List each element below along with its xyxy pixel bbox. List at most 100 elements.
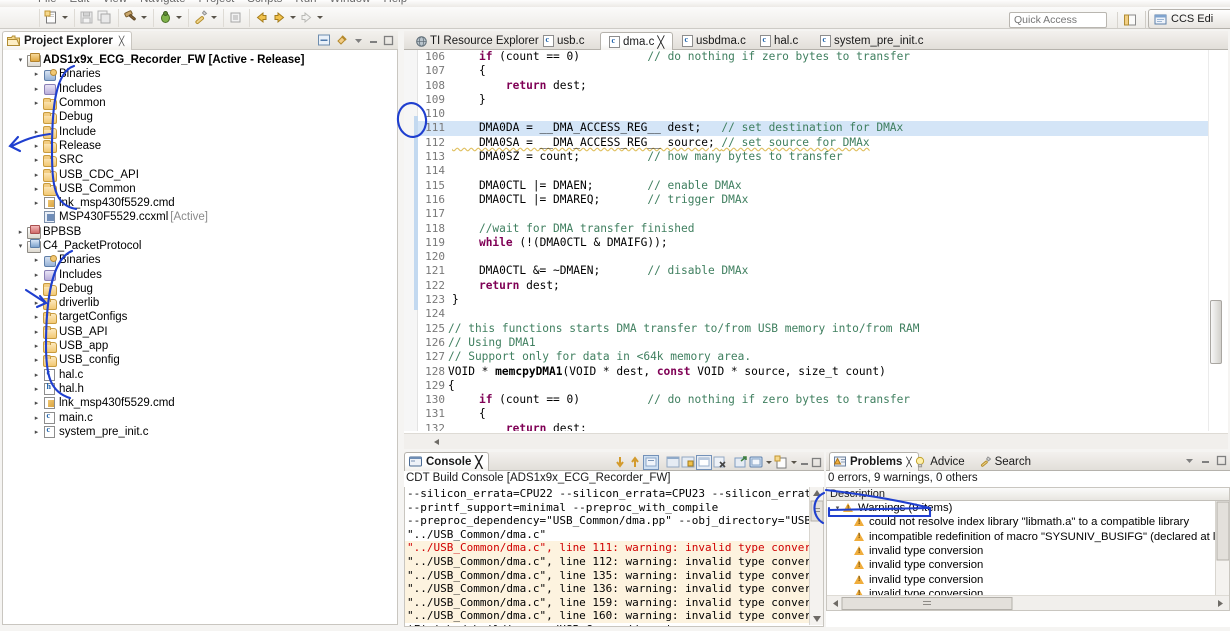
chevron-right-icon[interactable]: ▸ [31, 428, 42, 436]
problems-horizontal-scrollbar[interactable] [827, 595, 1229, 610]
tree-item[interactable]: ▸ Binaries [3, 253, 397, 267]
new-dropdown-icon[interactable] [60, 9, 69, 27]
tree-item[interactable]: ▸ USB_app [3, 339, 397, 354]
code-line[interactable]: 122 return dest; [418, 279, 1213, 293]
problems-row[interactable]: invalid type conversion [827, 572, 1229, 586]
code-line[interactable]: 126// Using DMA1 [418, 336, 1213, 350]
code-line[interactable]: 111 DMA0DA = __DMA_ACCESS_REG__ dest; //… [418, 121, 1213, 136]
back-arrow-icon[interactable] [252, 9, 270, 27]
tree-item[interactable]: ▸ targetConfigs [3, 310, 397, 325]
forward-dropdown-icon[interactable] [288, 9, 297, 27]
editor-vertical-scrollbar[interactable] [1208, 50, 1222, 431]
show-console-icon[interactable] [696, 454, 712, 470]
scroll-down-icon[interactable] [613, 455, 627, 470]
chevron-right-icon[interactable]: ▸ [31, 299, 42, 307]
maximize-icon[interactable] [383, 35, 394, 46]
chevron-down-icon[interactable]: ▾ [15, 242, 26, 250]
debug-bug-icon[interactable] [156, 9, 174, 27]
open-console-icon[interactable] [734, 455, 748, 470]
menu-item-run[interactable]: Run [295, 0, 316, 5]
chevron-right-icon[interactable]: ▸ [31, 256, 42, 264]
problems-tab[interactable]: Search [975, 452, 1037, 471]
tree-item[interactable]: ▸ Includes [3, 82, 397, 96]
code-line[interactable]: 128 VOID * memcpyDMA1(VOID * dest, const … [418, 365, 1213, 379]
editor-tab[interactable]: usb.c [535, 32, 593, 50]
menu-item-edit[interactable]: Edit [70, 0, 90, 5]
code-line[interactable]: 115 DMA0CTL |= DMAEN; // enable DMAx [418, 179, 1213, 193]
tree-item[interactable]: ▸ hal.h [3, 382, 397, 396]
maximize-icon[interactable] [811, 456, 822, 469]
chevron-right-icon[interactable]: ▸ [31, 414, 42, 422]
tree-item[interactable]: ▸ Includes [3, 267, 397, 282]
editor-tab[interactable]: system_pre_init.c [812, 32, 931, 50]
code-line[interactable]: 110 [418, 107, 1213, 121]
code-line[interactable]: 120 [418, 250, 1213, 264]
tree-item[interactable]: ▸ lnk_msp430f5529.cmd [3, 396, 397, 410]
chevron-right-icon[interactable]: ▸ [31, 70, 42, 78]
code-line[interactable]: 132 return dest; [418, 422, 1213, 431]
clear-console-icon[interactable] [666, 455, 680, 470]
chevron-right-icon[interactable]: ▸ [31, 199, 42, 207]
code-line[interactable]: 124 [418, 307, 1213, 321]
tree-item[interactable]: ▾ ADS1x9x_ECG_Recorder_FW [Active - Relea… [3, 53, 397, 68]
menu-item-scripts[interactable]: Scripts [247, 0, 282, 5]
chevron-right-icon[interactable]: ▸ [31, 313, 42, 321]
problems-row[interactable]: incompatible redefinition of macro "SYSU… [827, 530, 1229, 544]
tree-item[interactable]: ▸ USB_CDC_API [3, 167, 397, 182]
project-tree[interactable]: ▾ ADS1x9x_ECG_Recorder_FW [Active - Relea… [3, 50, 397, 439]
tree-item[interactable]: ▸ USB_config [3, 353, 397, 368]
memory-icon[interactable] [226, 9, 244, 27]
chevron-right-icon[interactable]: ▸ [31, 328, 42, 336]
chevron-right-icon[interactable]: ▸ [31, 99, 42, 107]
quick-access-input[interactable] [1009, 12, 1107, 28]
scroll-up-icon[interactable] [628, 455, 642, 470]
code-line[interactable]: 123} [418, 293, 1213, 307]
code-line[interactable]: 107 { [418, 64, 1213, 78]
save-icon[interactable] [77, 9, 95, 27]
chevron-right-icon[interactable]: ▸ [31, 371, 42, 379]
tree-item[interactable]: ▸ BPBSB [3, 224, 397, 239]
code-line[interactable]: 127// Support only for data in <64k memo… [418, 350, 1213, 364]
editor-tab[interactable]: dma.c╳ [600, 32, 674, 51]
editor-tab[interactable]: hal.c [752, 32, 806, 50]
code-line[interactable]: 117 [418, 207, 1213, 221]
menu-item-window[interactable]: Window [330, 0, 371, 5]
tree-item[interactable]: ▸ Include [3, 124, 397, 139]
problems-row[interactable]: invalid type conversion [827, 558, 1229, 572]
perspective-ccs-edit-button[interactable]: CCS Edi [1148, 9, 1230, 29]
display-console-dropdown-icon[interactable] [764, 453, 773, 471]
tree-item[interactable]: ▸ Release [3, 139, 397, 153]
editor-tab[interactable]: TI Resource Explorer [408, 32, 547, 50]
project-explorer-tree-panel[interactable]: ▾ ADS1x9x_ECG_Recorder_FW [Active - Relea… [2, 50, 398, 625]
minimize-icon[interactable] [1200, 455, 1211, 466]
problems-row[interactable]: invalid type conversion [827, 544, 1229, 558]
close-icon[interactable]: ╳ [657, 35, 664, 49]
tree-item[interactable]: ▸ main.c [3, 410, 397, 424]
chevron-right-icon[interactable]: ▸ [31, 171, 42, 179]
code-line[interactable]: 112 DMA0SA = __DMA_ACCESS_REG__ source; … [418, 136, 1213, 150]
editor-horizontal-scrollbar[interactable] [404, 433, 1228, 449]
tree-item[interactable]: ▸ SRC [3, 153, 397, 168]
code-line[interactable]: 109 } [418, 93, 1213, 107]
problems-row[interactable]: ▾ Warnings (9 items) [827, 501, 1229, 515]
menu-item-view[interactable]: View [102, 0, 127, 5]
new-console-icon[interactable] [774, 455, 788, 470]
menu-item-file[interactable]: File [38, 0, 57, 5]
tree-item[interactable]: ▸ hal.c [3, 368, 397, 382]
debug-dropdown-icon[interactable] [174, 9, 183, 27]
chevron-right-icon[interactable]: ▸ [31, 142, 42, 150]
chevron-right-icon[interactable]: ▸ [31, 156, 42, 164]
problems-tabrow[interactable]: Problems ╳ Advice Search [826, 452, 1230, 471]
console-vertical-scrollbar[interactable] [809, 487, 823, 625]
problems-row[interactable]: could not resolve index library "libmath… [827, 515, 1229, 529]
tree-item[interactable]: ▸ Debug [3, 282, 397, 296]
tree-item[interactable]: MSP430F5529.ccxml [Active] [3, 210, 397, 224]
code-line[interactable]: 114 [418, 164, 1213, 178]
view-menu-icon[interactable] [1184, 455, 1195, 466]
save-all-icon[interactable] [95, 9, 113, 27]
chevron-right-icon[interactable]: ▸ [31, 128, 42, 136]
link-with-editor-icon[interactable] [335, 33, 349, 47]
problems-tab[interactable]: Advice [910, 452, 971, 471]
next-annotation-dropdown-icon[interactable] [315, 9, 324, 27]
chevron-down-icon[interactable]: ▾ [832, 504, 843, 512]
